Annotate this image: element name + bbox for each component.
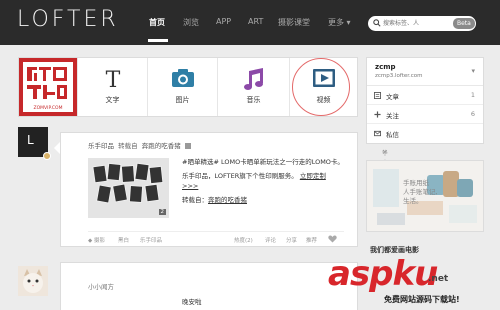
- banner-text: 手账用纸 人手账笔记, 生活。: [403, 179, 438, 206]
- reblog-line-prefix: 转载自：: [182, 196, 208, 204]
- brand-logo[interactable]: ZOMVIP.COM: [19, 58, 77, 116]
- sidebar-item-count: 6: [470, 110, 475, 118]
- post-tag-label: 摄影: [93, 238, 105, 244]
- post-tag[interactable]: ◆ 摄影: [88, 236, 105, 244]
- post-type-text[interactable]: T 文字: [77, 58, 147, 116]
- text-icon: T: [105, 68, 120, 91]
- article-icon: [374, 92, 381, 99]
- post-image[interactable]: 2: [88, 158, 169, 218]
- sidebar-user-url[interactable]: zcmp3.lofter.com: [375, 73, 423, 79]
- banner-text-line: 人手账笔记,: [403, 188, 438, 196]
- message-icon: [374, 130, 381, 137]
- nav-app[interactable]: APP: [216, 17, 231, 26]
- post-hotness[interactable]: 热度(2): [234, 236, 253, 244]
- search-beta-badge: Beta: [453, 18, 475, 29]
- post-share-button[interactable]: 分享: [286, 236, 297, 244]
- banner-text-line: 生活。: [403, 197, 423, 205]
- post-type-music-label: 音乐: [246, 96, 261, 104]
- profile-settings-link[interactable]: ⚒ 个人主页设置: [366, 143, 484, 203]
- more-link[interactable]: >>>: [182, 182, 198, 190]
- post-body: #晒单精选# LOMO卡晒单新玩法之一行走的LOMO卡。 乐手印品，LOFTER…: [182, 157, 350, 209]
- search-box[interactable]: Beta: [368, 16, 476, 31]
- brand-logo-text: ZOMVIP.COM: [34, 105, 63, 111]
- sidebar-username[interactable]: zcmp: [375, 63, 396, 71]
- post-text-2: 乐手印品，LOFTER旗下个性印刷服务。 立即定制 >>>: [182, 171, 350, 191]
- highlight-circle: [292, 58, 350, 116]
- svg-text:T: T: [105, 68, 120, 91]
- nav-browse[interactable]: 浏览: [183, 17, 199, 28]
- lofter-logo[interactable]: LOFTER: [17, 7, 119, 32]
- watermark-logo: aspku: [328, 254, 438, 294]
- post-text-1: #晒单精选# LOMO卡晒单新玩法之一行走的LOMO卡。: [182, 158, 344, 166]
- post-author[interactable]: 小小闻方: [88, 281, 114, 291]
- reblog-line-link[interactable]: 奔跑的吃香猪: [208, 196, 247, 204]
- nav-more[interactable]: 更多 ▾: [328, 17, 351, 28]
- avatar[interactable]: L: [18, 127, 51, 160]
- post-type-music[interactable]: 音乐: [217, 58, 289, 116]
- sidebar-user-header[interactable]: zcmp zcmp3.lofter.com ▾: [367, 58, 483, 86]
- avatar-letter: L: [27, 133, 34, 147]
- camera-icon: [171, 69, 194, 87]
- sidebar-item-label: 文章: [386, 93, 399, 101]
- post-tag[interactable]: 黑白: [118, 236, 129, 244]
- post-meta: 乐手印品 转载自 奔跑的吃香猪: [88, 140, 191, 150]
- nav-active-indicator: [148, 39, 168, 42]
- post-recommend-button[interactable]: 推荐: [306, 236, 317, 244]
- sidebar-banner-ad[interactable]: 手账用纸 人手账笔记, 生活。: [366, 160, 484, 232]
- post-text-2-main: 乐手印品，LOFTER旗下个性印刷服务。: [182, 172, 298, 180]
- post-divider: [88, 231, 344, 232]
- reblog-prefix: 转载自: [118, 142, 138, 150]
- post-type-text-label: 文字: [105, 96, 120, 104]
- avatar[interactable]: [18, 266, 48, 296]
- customize-link[interactable]: 立即定制: [300, 172, 326, 180]
- watermark-tagline: 免费网站源码下载站!: [384, 295, 460, 304]
- sidebar-item-following[interactable]: 关注 6: [367, 105, 483, 124]
- cat-avatar-photo: [18, 266, 48, 296]
- nav-photo-class[interactable]: 摄影课堂: [278, 17, 310, 28]
- sidebar-item-articles[interactable]: 文章 1: [367, 86, 483, 105]
- watermark-domain: .net: [428, 274, 449, 284]
- heart-icon[interactable]: [328, 235, 337, 243]
- nav-art[interactable]: ART: [248, 17, 263, 26]
- lomo-cards-photo: [88, 158, 169, 218]
- search-icon[interactable]: [373, 19, 381, 27]
- post-type-photo-label: 图片: [175, 96, 190, 104]
- tag-icon: ◆: [88, 238, 93, 244]
- post-text: 晚安啦: [182, 298, 202, 306]
- site-watermark: aspku .net 免费网站源码下载站!: [328, 254, 500, 310]
- post-author[interactable]: 乐手印品: [88, 142, 114, 150]
- follow-icon: [374, 111, 381, 118]
- post-comment-button[interactable]: 评论: [265, 236, 276, 244]
- search-input[interactable]: [383, 17, 451, 30]
- sidebar-item-messages[interactable]: 私信: [367, 124, 483, 143]
- user-sidebar: zcmp zcmp3.lofter.com ▾ 文章 1 关注 6 私信: [366, 57, 484, 144]
- sidebar-item-count: 1: [470, 91, 475, 99]
- external-link-icon[interactable]: [184, 143, 191, 149]
- sidebar-item-label: 关注: [386, 112, 399, 120]
- top-nav-bar: LOFTER 首页 浏览 APP ART 摄影课堂 更多 ▾ Beta: [0, 0, 500, 45]
- post-pointer: [54, 142, 60, 154]
- post-type-photo[interactable]: 图片: [147, 58, 217, 116]
- image-count-badge: 2: [158, 209, 166, 215]
- reblog-source[interactable]: 奔跑的吃香猪: [142, 142, 181, 150]
- brand-logo-graphic: ZOMVIP.COM: [23, 62, 73, 112]
- avatar-badge: [43, 152, 51, 160]
- post-tag[interactable]: 乐手印品: [140, 236, 162, 244]
- reblog-line: 转载自：奔跑的吃香猪: [182, 195, 350, 205]
- nav-home[interactable]: 首页: [149, 17, 165, 28]
- sidebar-item-label: 私信: [386, 131, 399, 139]
- chevron-down-icon[interactable]: ▾: [471, 67, 475, 75]
- banner-text-line: 手账用纸: [403, 179, 429, 187]
- music-note-icon: [243, 68, 263, 90]
